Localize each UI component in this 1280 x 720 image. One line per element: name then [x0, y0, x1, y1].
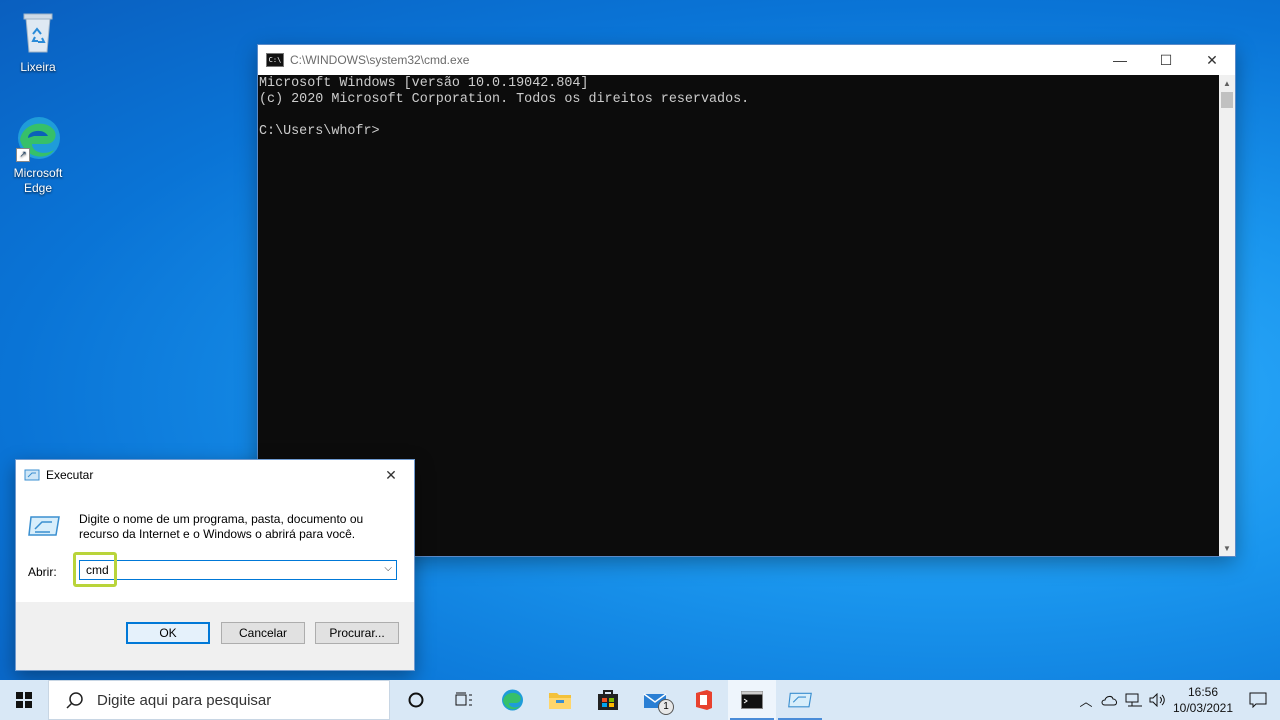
- clock-time: 16:56: [1187, 685, 1219, 699]
- scroll-down-icon[interactable]: ▼: [1219, 540, 1235, 556]
- run-icon: [788, 692, 812, 708]
- run-dialog[interactable]: Executar ✕ Digite o nome de um programa,…: [15, 459, 415, 671]
- run-program-icon: [28, 515, 60, 537]
- edge-icon: [502, 689, 523, 711]
- console-prompt: C:\Users\whofr>: [259, 124, 380, 139]
- desktop-icon-edge[interactable]: ↗ Microsoft Edge: [0, 114, 76, 196]
- mail-badge: 1: [658, 699, 674, 715]
- taskbar-edge[interactable]: [488, 680, 536, 720]
- taskbar-office[interactable]: [680, 680, 728, 720]
- desktop-icon-label: Microsoft Edge: [13, 166, 63, 195]
- desktop-icon-label: Lixeira: [20, 60, 56, 74]
- open-input[interactable]: [80, 561, 366, 579]
- system-tray: ︿ 16:56 10/03/2021: [1074, 680, 1280, 720]
- taskbar-search-box[interactable]: Digite aqui para pesquisar: [48, 680, 390, 720]
- office-icon: [696, 690, 712, 710]
- recycle-bin-icon: [14, 8, 62, 56]
- notification-icon: [1249, 692, 1267, 708]
- network-icon[interactable]: [1122, 693, 1146, 707]
- minimize-button[interactable]: —: [1097, 45, 1143, 75]
- windows-logo-icon: [16, 692, 32, 708]
- scroll-up-icon[interactable]: ▲: [1219, 75, 1235, 91]
- notification-center-button[interactable]: [1236, 692, 1280, 708]
- taskbar-mail[interactable]: 1: [632, 680, 680, 720]
- scrollbar-thumb[interactable]: [1221, 92, 1233, 108]
- open-combobox[interactable]: ⌵: [79, 560, 397, 580]
- search-icon: [63, 691, 87, 709]
- browse-button[interactable]: Procurar...: [315, 622, 399, 644]
- taskbar-store[interactable]: [584, 680, 632, 720]
- cortana-button[interactable]: [392, 680, 440, 720]
- volume-icon[interactable]: [1146, 693, 1170, 707]
- run-icon: [24, 469, 40, 481]
- input-highlight-box: [73, 552, 117, 587]
- maximize-button[interactable]: ☐: [1143, 45, 1189, 75]
- run-close-button[interactable]: ✕: [368, 460, 414, 490]
- run-titlebar[interactable]: Executar ✕: [16, 460, 414, 490]
- console-line: (c) 2020 Microsoft Corporation. Todos os…: [259, 92, 750, 107]
- run-dialog-title: Executar: [46, 468, 94, 482]
- cmd-window-title: C:\WINDOWS\system32\cmd.exe: [290, 53, 470, 67]
- start-button[interactable]: [0, 680, 48, 720]
- taskbar-run[interactable]: [776, 680, 824, 720]
- folder-icon: [549, 693, 571, 709]
- vertical-scrollbar[interactable]: ▲ ▼: [1219, 75, 1235, 556]
- chevron-up-icon[interactable]: ︿: [1074, 691, 1098, 710]
- desktop-icon-recycle-bin[interactable]: Lixeira: [0, 8, 76, 75]
- edge-icon: ↗: [14, 114, 62, 162]
- taskbar: Digite aqui para pesquisar 1 ︿ 16:56 10/…: [0, 680, 1280, 720]
- cmd-titlebar[interactable]: C:\ C:\WINDOWS\system32\cmd.exe — ☐ ✕: [258, 45, 1235, 75]
- taskbar-file-explorer[interactable]: [536, 680, 584, 720]
- search-placeholder: Digite aqui para pesquisar: [97, 691, 272, 709]
- store-icon: [598, 690, 618, 710]
- shortcut-arrow-icon: ↗: [16, 148, 30, 162]
- chevron-down-icon[interactable]: ⌵: [384, 563, 392, 574]
- cortana-icon: [408, 692, 424, 708]
- cmd-icon: [741, 691, 763, 709]
- taskbar-clock[interactable]: 16:56 10/03/2021: [1170, 684, 1236, 716]
- taskbar-cmd[interactable]: [728, 680, 776, 720]
- clock-date: 10/03/2021: [1172, 701, 1234, 715]
- onedrive-icon[interactable]: [1098, 694, 1122, 706]
- run-description: Digite o nome de um programa, pasta, doc…: [79, 512, 364, 541]
- close-button[interactable]: ✕: [1189, 45, 1235, 75]
- cmd-icon: C:\: [266, 53, 284, 67]
- task-view-button[interactable]: [440, 680, 488, 720]
- open-label: Abrir:: [28, 565, 57, 579]
- task-view-icon: [455, 692, 472, 706]
- cancel-button[interactable]: Cancelar: [221, 622, 305, 644]
- console-line: Microsoft Windows [versão 10.0.19042.804…: [259, 76, 589, 91]
- ok-button[interactable]: OK: [126, 622, 210, 644]
